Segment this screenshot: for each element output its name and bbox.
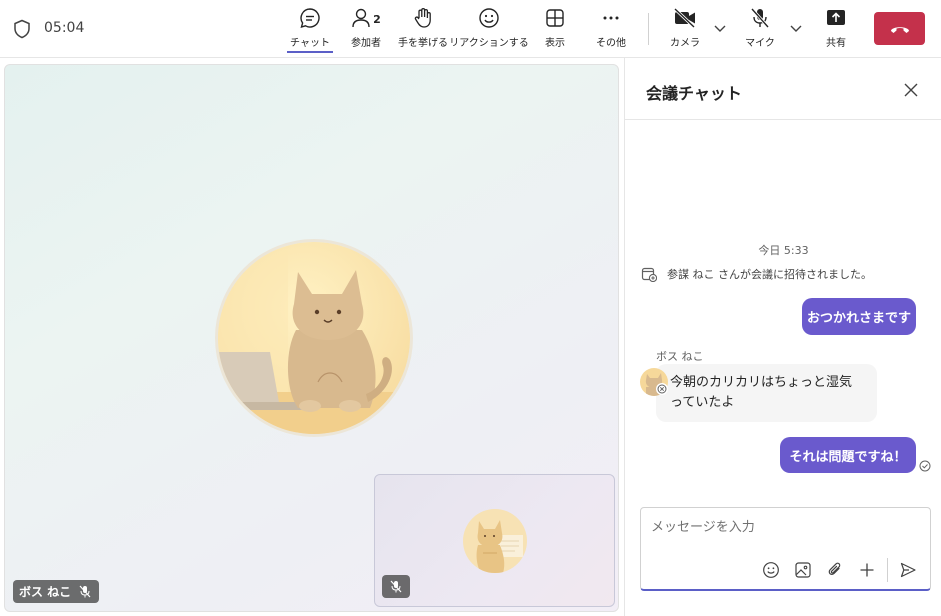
share-button[interactable]: 共有 — [822, 6, 850, 52]
presenter-name-badge: ボス ねこ — [13, 580, 100, 603]
mic-options-chevron-icon[interactable] — [788, 20, 804, 36]
leave-call-button[interactable] — [874, 12, 925, 45]
camera-options-chevron-icon[interactable] — [712, 20, 728, 36]
mic-button-label: マイク — [745, 38, 775, 49]
meeting-timer: 05:04 — [44, 20, 85, 36]
hang-up-icon — [890, 26, 909, 33]
more-button-label: その他 — [596, 38, 626, 49]
message-text: 今朝のカリカリはちょっと湿気っていたよ — [670, 375, 853, 410]
more-button[interactable]: その他 — [592, 6, 630, 52]
shield-icon — [14, 19, 30, 39]
react-button[interactable]: リアクションする — [449, 6, 529, 52]
message-compose-box — [640, 507, 931, 591]
chat-button-label: チャット — [290, 38, 330, 49]
people-icon — [352, 8, 370, 28]
self-avatar — [463, 509, 527, 573]
video-stage: ボス ねこ — [4, 64, 619, 612]
camera-off-icon — [673, 6, 697, 30]
self-video-tile[interactable] — [374, 474, 615, 607]
date-separator: 今日 5:33 — [758, 244, 809, 257]
calendar-add-icon — [641, 267, 657, 282]
view-button-label: 表示 — [545, 38, 565, 49]
mic-muted-icon — [79, 585, 91, 598]
attach-icon[interactable] — [825, 560, 845, 580]
grid-icon — [543, 6, 567, 30]
emoji-icon[interactable] — [761, 560, 781, 580]
emoji-icon — [477, 6, 501, 30]
share-tray-icon — [824, 6, 848, 30]
participants-button[interactable]: 2 参加者 — [346, 6, 386, 52]
participants-button-label: 参加者 — [351, 38, 381, 49]
offline-status-icon — [657, 384, 667, 394]
camera-button-label: カメラ — [670, 38, 700, 49]
read-receipt-icon — [919, 460, 931, 472]
message-incoming[interactable]: 今朝のカリカリはちょっと湿気っていたよ — [656, 364, 877, 422]
system-message-text: 参謀 ねこ さんが会議に招待されました。 — [667, 268, 872, 281]
toolbar-divider — [648, 13, 649, 45]
hand-icon — [411, 6, 435, 30]
mic-muted-icon — [390, 580, 402, 593]
image-icon[interactable] — [793, 560, 813, 580]
camera-button[interactable]: カメラ — [668, 6, 702, 52]
react-button-label: リアクションする — [449, 38, 529, 49]
meeting-chat-panel: 会議チャット 今日 5:33 参謀 ねこ さんが会議に招待されました。 おつかれ… — [624, 58, 941, 616]
raise-hand-button[interactable]: 手を挙げる — [398, 6, 448, 52]
raise-hand-button-label: 手を挙げる — [398, 38, 448, 49]
meeting-toolbar: 05:04 チャット 2 参加者 手を挙げる リアクションする 表示 その他 カ… — [0, 0, 941, 58]
self-mute-badge — [382, 575, 410, 598]
system-message: 参謀 ねこ さんが会議に招待されました。 — [641, 266, 872, 282]
compose-divider — [887, 558, 888, 582]
share-button-label: 共有 — [826, 38, 846, 49]
message-input[interactable] — [651, 516, 911, 538]
message-outgoing[interactable]: それは問題ですね！ — [780, 437, 916, 473]
chat-title: 会議チャット — [646, 84, 742, 103]
message-sender-name: ボス ねこ — [656, 350, 704, 363]
message-outgoing[interactable]: おつかれさまです — [802, 298, 916, 335]
more-icon — [599, 6, 623, 30]
view-button[interactable]: 表示 — [538, 6, 572, 52]
participant-count: 2 — [373, 12, 381, 26]
plus-icon[interactable] — [857, 560, 877, 580]
mic-button[interactable]: マイク — [745, 6, 775, 52]
chat-icon — [298, 6, 322, 30]
status-offline-badge — [656, 383, 668, 395]
chat-header: 会議チャット — [625, 58, 941, 120]
message-text: それは問題ですね！ — [789, 449, 907, 465]
message-text: おつかれさまです — [806, 311, 911, 326]
mic-off-icon — [748, 6, 772, 30]
close-icon[interactable] — [903, 82, 919, 98]
chat-button[interactable]: チャット — [287, 6, 333, 53]
send-icon[interactable] — [898, 560, 918, 580]
presenter-avatar — [215, 239, 413, 437]
presenter-name: ボス ねこ — [19, 585, 72, 599]
